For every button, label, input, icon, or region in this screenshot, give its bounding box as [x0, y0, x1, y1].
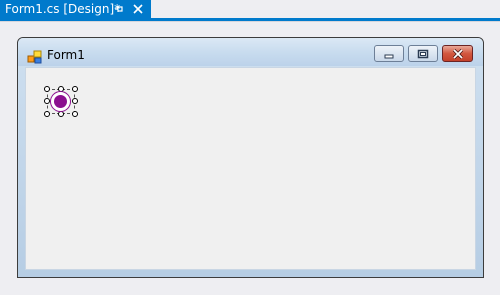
form-window[interactable]: Form1	[17, 37, 484, 278]
resize-handle-bottom-left[interactable]	[44, 111, 50, 117]
document-tab-strip: Form1.cs [Design]*	[0, 0, 500, 21]
tab-label: Form1.cs [Design]*	[5, 2, 121, 16]
selected-control[interactable]	[44, 86, 78, 117]
maximize-icon	[417, 44, 429, 63]
tab-form1-design[interactable]: Form1.cs [Design]*	[0, 0, 151, 18]
form-app-icon	[27, 49, 43, 65]
maximize-button[interactable]	[408, 45, 438, 62]
form-client-area[interactable]	[25, 67, 476, 270]
minimize-icon	[384, 44, 394, 63]
pin-icon[interactable]	[112, 0, 126, 18]
resize-handle-top-right[interactable]	[72, 86, 78, 92]
resize-handle-top-left[interactable]	[44, 86, 50, 92]
resize-handle-bottom-right[interactable]	[72, 111, 78, 117]
resize-handle-right[interactable]	[72, 98, 78, 104]
form-title: Form1	[47, 48, 85, 62]
close-icon	[452, 44, 464, 63]
radio-button[interactable]	[51, 92, 70, 111]
resize-handle-left[interactable]	[44, 98, 50, 104]
minimize-button[interactable]	[374, 45, 404, 62]
form-titlebar[interactable]: Form1	[18, 38, 483, 66]
resize-handle-bottom[interactable]	[58, 111, 64, 117]
close-button[interactable]	[442, 45, 473, 62]
close-icon[interactable]	[131, 0, 145, 18]
